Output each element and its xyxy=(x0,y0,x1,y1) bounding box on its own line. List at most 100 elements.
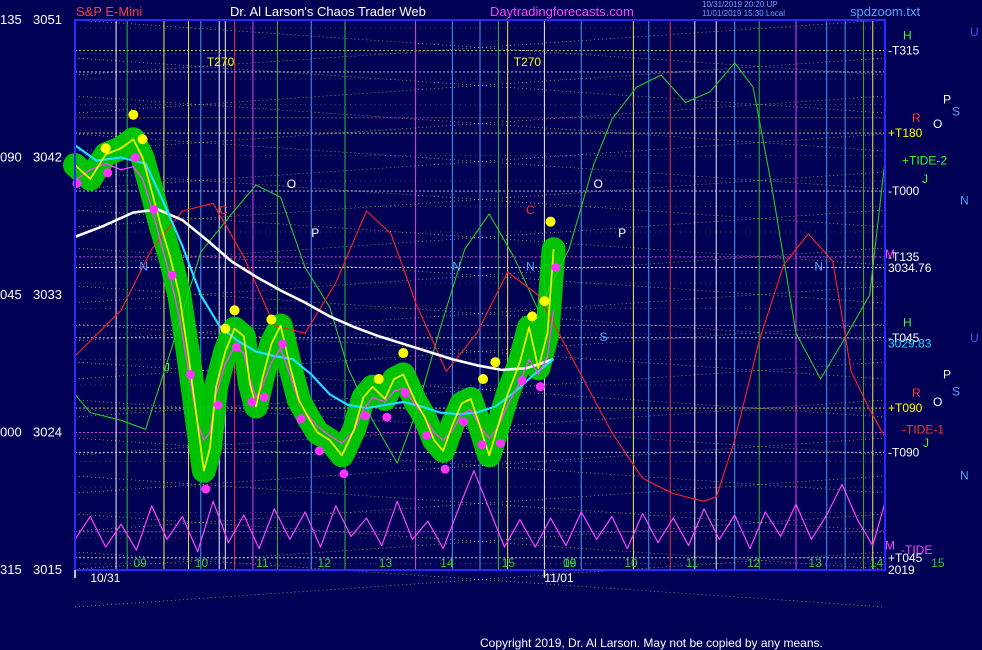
planet-letter: O xyxy=(933,117,942,131)
planet-letter: N xyxy=(960,193,969,207)
level-label: J xyxy=(923,436,929,450)
low-dot xyxy=(247,397,257,407)
level-label: 3034.76 xyxy=(888,261,932,275)
x-hour-label: 13 xyxy=(379,556,393,570)
x-hour-label: 11 xyxy=(256,556,269,570)
level-label: 3029.83 xyxy=(888,336,932,350)
high-dot xyxy=(128,109,139,120)
high-dot xyxy=(398,348,409,359)
y-angle-label: 135 xyxy=(0,12,22,27)
high-dot xyxy=(490,357,501,368)
y-price-label: 3015 xyxy=(33,562,62,577)
planet-letter: U xyxy=(970,331,979,345)
level-label: H xyxy=(903,316,912,330)
high-dot xyxy=(478,374,489,385)
high-dot xyxy=(220,323,231,334)
level-label: +T090 xyxy=(888,401,923,415)
level-label: -TIDE-1 xyxy=(902,422,944,436)
low-dot xyxy=(440,464,450,474)
y-price-label: 3042 xyxy=(33,150,62,165)
low-dot xyxy=(296,414,306,424)
planet-letter: P xyxy=(943,367,951,381)
level-label: -T315 xyxy=(888,44,920,58)
copyright: Copyright 2019, Dr. Al Larson. May not b… xyxy=(480,636,823,650)
cycle-letter: N xyxy=(139,260,148,274)
low-dot xyxy=(459,417,469,427)
level-label: -T000 xyxy=(888,184,920,198)
x-date-label: 11/01 xyxy=(544,571,573,585)
low-dot xyxy=(551,263,561,272)
cycle-letter: C xyxy=(219,203,228,217)
high-dot xyxy=(137,134,148,145)
low-dot xyxy=(167,270,177,280)
planet-letter: P xyxy=(943,92,951,106)
cycle-letter: N xyxy=(526,260,535,274)
x-hour-label: 14 xyxy=(870,556,884,570)
cycle-letter: T270 xyxy=(207,55,235,69)
planet-letter: S xyxy=(952,384,960,398)
x-hour-label: 15 xyxy=(502,556,516,570)
cycle-letter: S xyxy=(600,330,608,344)
planet-letter: J xyxy=(922,172,928,186)
cycle-letter: O xyxy=(594,177,603,191)
low-dot xyxy=(232,342,242,352)
low-dot xyxy=(360,411,370,421)
high-dot xyxy=(545,216,556,227)
planet-letter: S xyxy=(952,105,960,119)
cycle-letter: T270 xyxy=(514,55,542,69)
low-dot xyxy=(477,440,487,450)
level-label: R xyxy=(912,386,921,400)
high-dot xyxy=(539,296,550,307)
level-label: -T090 xyxy=(888,445,920,459)
level-label: +T180 xyxy=(888,126,923,140)
low-dot xyxy=(103,168,113,178)
high-dot xyxy=(266,314,277,325)
low-dot xyxy=(535,382,545,392)
x-hour-label: 09 xyxy=(133,556,147,570)
planet-letter: N xyxy=(960,468,969,482)
x-hour-label: 14 xyxy=(440,556,454,570)
planet-letter: U xyxy=(970,25,979,39)
x-hour-label: 10 xyxy=(195,556,209,570)
y-angle-label: 315 xyxy=(0,562,22,577)
instrument-label: S&P E-Mini xyxy=(76,4,143,19)
planet-letter: O xyxy=(933,395,942,409)
x-hour-label: 11 xyxy=(686,556,699,570)
low-dot xyxy=(130,153,140,162)
level-label: H xyxy=(903,28,912,42)
y-price-label: 3024 xyxy=(33,425,62,440)
low-dot xyxy=(339,469,349,479)
low-dot xyxy=(495,438,505,448)
high-dot xyxy=(229,305,240,316)
y-angle-label: 000 xyxy=(0,425,22,440)
cycle-letter: P xyxy=(311,226,319,240)
level-label: 2019 xyxy=(888,563,915,577)
low-dot xyxy=(149,204,159,214)
cycle-letter: P xyxy=(618,226,626,240)
low-dot xyxy=(517,376,527,386)
chart-header-title: Dr. Al Larson's Chaos Trader Web xyxy=(230,4,426,19)
low-dot xyxy=(278,339,288,349)
site-link[interactable]: Daytradingforecasts.com xyxy=(490,4,634,19)
y-angle-label: 045 xyxy=(0,287,22,302)
y-angle-label: 090 xyxy=(0,150,22,165)
background xyxy=(0,0,982,650)
low-dot xyxy=(186,369,196,379)
cycle-letter: O xyxy=(287,177,296,191)
x-hour-label: 12 xyxy=(747,556,761,570)
x-hour-label: 10 xyxy=(624,556,638,570)
filename-label: spdzoom.txt xyxy=(850,4,921,19)
level-label: +TIDE-2 xyxy=(902,154,947,168)
low-dot xyxy=(382,412,392,422)
date-line-2: 11/01/2019 15:30 Local xyxy=(702,9,786,18)
cycle-letter: N xyxy=(452,260,461,274)
chart-canvas: 135 3051 090 3042 045 3033 000 3024 315 3015 09 10… xyxy=(0,0,982,650)
x-date-label: 10/31 xyxy=(90,571,120,585)
low-dot xyxy=(259,392,269,402)
low-dot xyxy=(400,388,410,398)
low-dot xyxy=(201,484,211,494)
high-dot xyxy=(100,143,111,154)
cycle-letter: J xyxy=(164,360,170,374)
x-hour-label: 15 xyxy=(931,556,945,570)
high-dot xyxy=(527,311,538,322)
